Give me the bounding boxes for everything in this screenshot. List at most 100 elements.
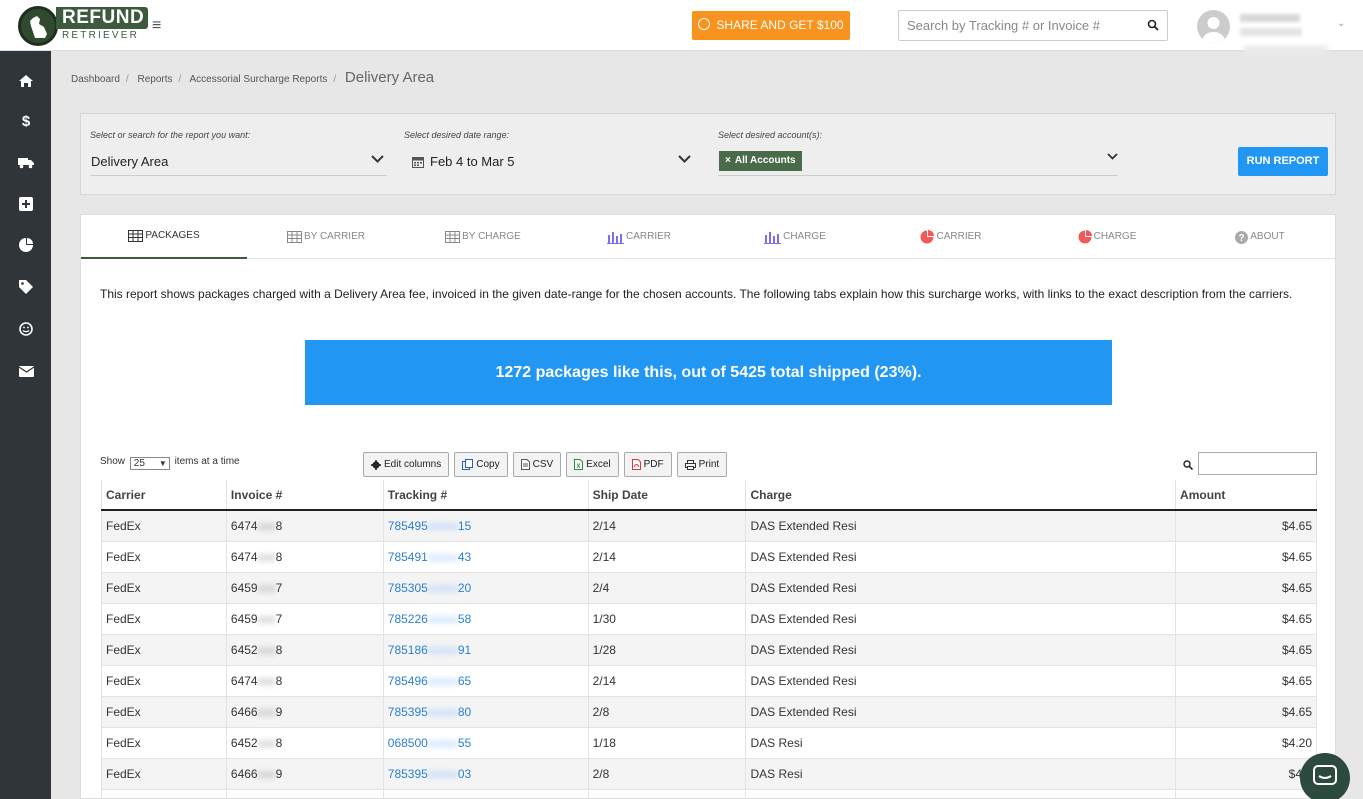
breadcrumb-accessorial[interactable]: Accessorial Surcharge Reports bbox=[190, 74, 328, 85]
truck-icon[interactable] bbox=[16, 153, 36, 173]
tag-icon[interactable] bbox=[16, 277, 36, 297]
table-row: FedEx 6466xxx9 785395xxxxx80 2/8 DAS Extende… bbox=[101, 696, 1317, 728]
cell-invoice: 6474xxx8 bbox=[225, 665, 384, 697]
excel-button[interactable]: X Excel bbox=[566, 452, 619, 477]
tab-about[interactable]: ? ABOUT bbox=[1185, 215, 1335, 259]
dog-logo-icon bbox=[18, 6, 58, 46]
copy-button[interactable]: Copy bbox=[454, 452, 508, 477]
page-title: Delivery Area bbox=[344, 69, 435, 86]
cell-tracking-link[interactable]: 785186xxxxx91 bbox=[382, 634, 589, 666]
cell-amount: $4.2 bbox=[1175, 758, 1317, 790]
sidebar: $ bbox=[0, 51, 51, 799]
cell-amount: $4.65 bbox=[1175, 665, 1317, 697]
tab-label: CARRIER bbox=[936, 231, 982, 242]
tab-by-charge[interactable]: BY CHARGE bbox=[405, 215, 561, 259]
cell-carrier: FedEx bbox=[101, 634, 227, 666]
report-select-underline bbox=[91, 175, 387, 176]
packages-table: Carrier Invoice # Tracking # Ship Date C… bbox=[101, 480, 1317, 799]
tab-charge-bar[interactable]: CHARGE bbox=[717, 215, 873, 259]
pie-chart-icon[interactable] bbox=[16, 235, 36, 255]
breadcrumb-reports[interactable]: Reports bbox=[137, 74, 172, 85]
account-select-label: Select desired account(s): bbox=[718, 130, 823, 140]
show-label: Show bbox=[100, 456, 126, 467]
cell-tracking-link[interactable]: 785395xxxxx03 bbox=[382, 758, 589, 790]
csv-button[interactable]: CSV bbox=[512, 452, 562, 477]
report-card: PACKAGES BY CARRIER BY CHARGE CARRIER CH… bbox=[80, 214, 1336, 799]
question-icon: ? bbox=[1235, 230, 1249, 244]
print-button[interactable]: Print bbox=[676, 452, 728, 477]
column-header-charge[interactable]: Charge bbox=[745, 480, 1176, 511]
cell-ship-date: 2/8 bbox=[587, 758, 746, 790]
page-size-value: 25 bbox=[133, 458, 145, 469]
column-header-invoice[interactable]: Invoice # bbox=[225, 480, 384, 511]
chevron-down-icon[interactable] bbox=[1107, 152, 1118, 161]
cell-ship-date: 1/28 bbox=[587, 634, 746, 666]
cell-tracking-link[interactable]: 785226xxxxx58 bbox=[382, 603, 589, 635]
column-header-amount[interactable]: Amount bbox=[1175, 480, 1317, 511]
cell-tracking-link[interactable]: 785495xxxxx15 bbox=[382, 510, 589, 542]
remove-chip-icon[interactable]: × bbox=[725, 155, 731, 166]
column-header-carrier[interactable]: Carrier bbox=[101, 480, 227, 511]
search-icon[interactable] bbox=[1147, 19, 1159, 31]
cell-tracking-link[interactable]: 785491xxxxx43 bbox=[382, 541, 589, 573]
column-header-tracking[interactable]: Tracking # bbox=[382, 480, 589, 511]
tab-label: PACKAGES bbox=[145, 230, 200, 241]
cell-invoice: 6452xxx8 bbox=[225, 634, 384, 666]
account-chip[interactable]: × All Accounts bbox=[719, 151, 802, 171]
bar-chart-icon bbox=[606, 231, 624, 244]
smile-icon bbox=[698, 18, 711, 30]
tab-packages[interactable]: PACKAGES bbox=[81, 215, 247, 259]
tab-label: CHARGE bbox=[783, 231, 826, 242]
refund-retriever-logo[interactable]: REFUND RETRIEVER bbox=[18, 6, 149, 46]
cell-charge: DAS Resi bbox=[745, 758, 1176, 790]
report-tabs: PACKAGES BY CARRIER BY CHARGE CARRIER CH… bbox=[81, 215, 1335, 259]
cell-tracking-link[interactable]: 785395xxxxx80 bbox=[382, 696, 589, 728]
pdf-button[interactable]: PDF bbox=[623, 452, 672, 477]
chat-launcher[interactable] bbox=[1300, 753, 1350, 799]
date-range-value[interactable]: Feb 4 to Mar 5 bbox=[430, 154, 515, 169]
cell-carrier: FedEx bbox=[101, 727, 227, 759]
cell-carrier: FedEx bbox=[101, 541, 227, 573]
summary-banner: 1272 packages like this, out of 5425 tot… bbox=[305, 340, 1112, 405]
global-search-input[interactable] bbox=[899, 11, 1139, 40]
edit-columns-button[interactable]: Edit columns bbox=[363, 452, 450, 477]
breadcrumb-dashboard[interactable]: Dashboard bbox=[71, 74, 120, 85]
report-description: This report shows packages charged with … bbox=[100, 287, 1293, 301]
pdf-label: PDF bbox=[643, 459, 664, 470]
share-button-label: SHARE AND GET $100 bbox=[716, 18, 844, 32]
plus-square-icon[interactable] bbox=[16, 194, 36, 214]
home-icon[interactable] bbox=[16, 71, 36, 91]
cell-tracking-link[interactable]: 785305xxxxx20 bbox=[382, 572, 589, 604]
cell-charge: DAS Extended Resi bbox=[745, 696, 1176, 728]
report-select-value[interactable]: Delivery Area bbox=[91, 154, 168, 169]
chevron-down-icon[interactable] bbox=[678, 154, 691, 164]
column-header-ship-date[interactable]: Ship Date bbox=[587, 480, 746, 511]
table-search-input[interactable] bbox=[1198, 452, 1317, 475]
tab-carrier-pie[interactable]: CARRIER bbox=[873, 215, 1029, 259]
pie-chart-icon bbox=[1078, 230, 1092, 244]
run-report-button[interactable]: RUN REPORT bbox=[1238, 147, 1328, 176]
cell-invoice: 6459xxx7 bbox=[225, 572, 384, 604]
search-icon bbox=[1183, 460, 1193, 470]
avatar[interactable] bbox=[1197, 10, 1230, 43]
chevron-down-icon[interactable]: ⌄ bbox=[1337, 18, 1345, 29]
cell-tracking-link[interactable]: 068500xxxxx55 bbox=[382, 727, 589, 759]
share-button[interactable]: SHARE AND GET $100 bbox=[692, 11, 850, 40]
cell-invoice: 6466xxx9 bbox=[225, 696, 384, 728]
smile-icon[interactable] bbox=[16, 319, 36, 339]
page-size-select[interactable]: 25 bbox=[129, 457, 170, 470]
user-name-redacted[interactable] bbox=[1240, 14, 1300, 22]
table-row: FedEx 6459xxx7 785305xxxxx20 2/4 DAS Extende… bbox=[101, 572, 1317, 604]
cell-carrier: FedEx bbox=[101, 758, 227, 790]
chevron-down-icon[interactable] bbox=[371, 154, 384, 164]
dollar-icon[interactable]: $ bbox=[16, 111, 36, 131]
tab-by-carrier[interactable]: BY CARRIER bbox=[247, 215, 405, 259]
menu-toggle-icon[interactable]: ≡ bbox=[152, 17, 161, 35]
cell-tracking-link[interactable]: 785496xxxxx65 bbox=[382, 665, 589, 697]
tab-charge-pie[interactable]: CHARGE bbox=[1029, 215, 1185, 259]
pdf-file-icon bbox=[631, 459, 641, 470]
envelope-icon[interactable] bbox=[16, 361, 36, 381]
table-toolbar: Edit columns Copy CSV X Excel PDF Print bbox=[363, 452, 728, 477]
tab-carrier-bar[interactable]: CARRIER bbox=[561, 215, 717, 259]
table-row: FedEx 6452xxx8 068500xxxxx55 1/18 DAS Resi $4… bbox=[101, 727, 1317, 759]
